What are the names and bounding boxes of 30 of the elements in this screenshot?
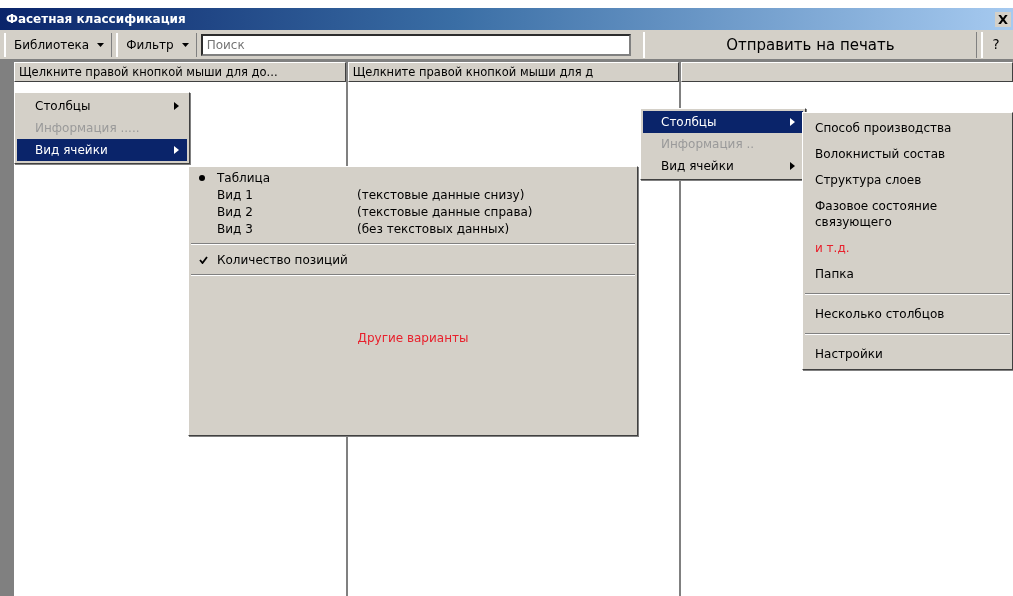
column-header[interactable]: [681, 62, 1013, 82]
menu-item[interactable]: Волокнистый состав: [805, 141, 1010, 167]
close-button[interactable]: X: [994, 11, 1011, 27]
column-header[interactable]: Щелкните правой кнопкой мыши для до...: [14, 62, 346, 82]
menu-item[interactable]: Вид ячейки: [643, 155, 803, 177]
menu-item[interactable]: Способ производства: [805, 115, 1010, 141]
window-title: Фасетная классификация: [6, 12, 186, 26]
item-description: (текстовые данные справа): [357, 204, 533, 219]
menu-item[interactable]: Таблица: [217, 170, 271, 185]
menu-item[interactable]: Папка: [805, 261, 1010, 287]
menu-item[interactable]: Количество позиций: [217, 252, 348, 267]
menu-item[interactable]: Структура слоев: [805, 167, 1010, 193]
menu-item[interactable]: Настройки: [805, 341, 1010, 367]
menu-item[interactable]: Несколько столбцов: [805, 301, 1010, 327]
search-field[interactable]: Поиск: [200, 33, 631, 56]
menu-item[interactable]: Фазовое состояние связующего: [805, 193, 1010, 235]
menu-item[interactable]: Столбцы: [643, 111, 803, 133]
print-button[interactable]: Отправить на печать: [642, 31, 977, 58]
menu-item[interactable]: Вид 1: [199, 187, 357, 202]
caret-icon: [97, 42, 105, 47]
caret-icon: [181, 42, 189, 47]
menu-item[interactable]: Столбцы: [17, 95, 187, 117]
menu-item[interactable]: Вид 3: [199, 221, 357, 236]
dropdown-button[interactable]: Библиотека: [4, 32, 113, 57]
item-description: (текстовые данные снизу): [357, 187, 525, 202]
dropdown-button[interactable]: Фильтр: [116, 32, 197, 57]
menu-item[interactable]: Вид 2: [199, 204, 357, 219]
column-header[interactable]: Щелкните правой кнопкой мыши для д: [347, 62, 680, 82]
menu-item[interactable]: Вид ячейки: [17, 139, 187, 161]
item-description: (без текстовых данных): [357, 221, 510, 236]
